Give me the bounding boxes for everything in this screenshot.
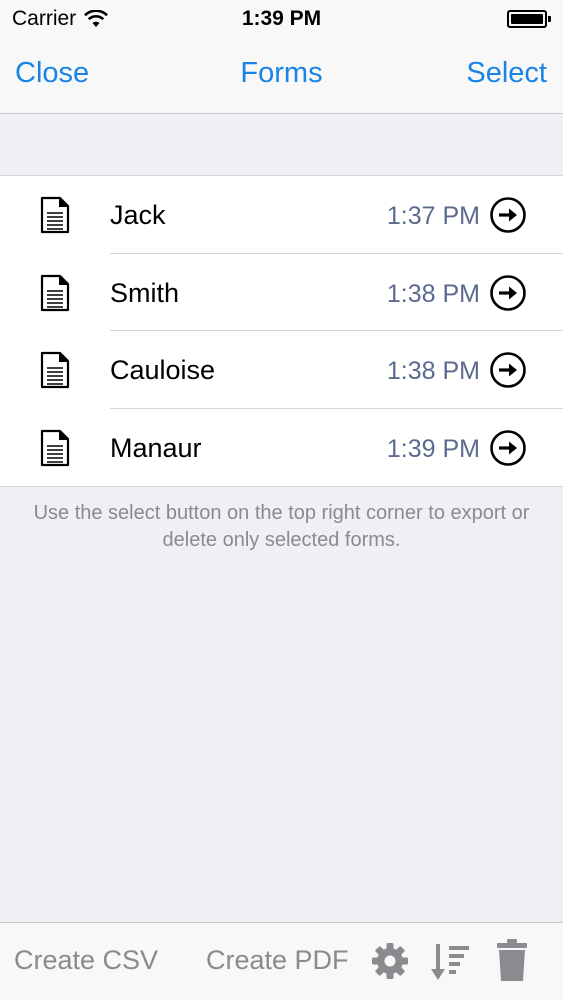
status-bar: Carrier 1:39 PM bbox=[0, 0, 563, 40]
form-row-manaur[interactable]: Manaur 1:39 PM bbox=[0, 409, 563, 487]
arrow-right-circle-icon[interactable] bbox=[489, 351, 527, 389]
document-icon bbox=[40, 351, 70, 389]
trash-icon[interactable] bbox=[494, 938, 530, 982]
form-row-jack[interactable]: Jack 1:37 PM bbox=[0, 176, 563, 254]
document-icon bbox=[40, 196, 70, 234]
form-name: Manaur bbox=[110, 432, 202, 463]
form-time: 1:38 PM bbox=[386, 279, 480, 308]
battery-icon bbox=[507, 10, 551, 28]
form-row-smith[interactable]: Smith 1:38 PM bbox=[0, 254, 563, 331]
gear-icon[interactable] bbox=[370, 941, 410, 981]
form-name: Jack bbox=[110, 200, 166, 230]
document-icon bbox=[40, 429, 70, 466]
form-time: 1:39 PM bbox=[386, 434, 480, 463]
nav-bar: Close Forms Select bbox=[0, 40, 563, 114]
bottom-toolbar: Create CSV Create PDF bbox=[0, 922, 563, 1000]
form-row-cauloise[interactable]: Cauloise 1:38 PM bbox=[0, 331, 563, 409]
sort-icon[interactable] bbox=[430, 941, 472, 983]
select-button[interactable]: Select bbox=[466, 57, 547, 90]
form-time: 1:38 PM bbox=[386, 357, 480, 385]
arrow-right-circle-icon[interactable] bbox=[489, 429, 527, 467]
form-time: 1:37 PM bbox=[386, 202, 480, 230]
create-csv-button[interactable]: Create CSV bbox=[14, 945, 158, 976]
form-name: Cauloise bbox=[110, 355, 216, 385]
arrow-right-circle-icon[interactable] bbox=[489, 274, 527, 312]
arrow-right-circle-icon[interactable] bbox=[489, 196, 527, 234]
hint-text: Use the select button on the top right c… bbox=[33, 502, 530, 551]
status-time: 1:39 PM bbox=[241, 7, 322, 30]
forms-list: Jack 1:37 PM Smith 1:38 PM Cauloise 1:38… bbox=[0, 175, 563, 487]
document-icon bbox=[40, 274, 70, 311]
form-name: Smith bbox=[110, 277, 180, 308]
create-pdf-button[interactable]: Create PDF bbox=[206, 945, 349, 976]
